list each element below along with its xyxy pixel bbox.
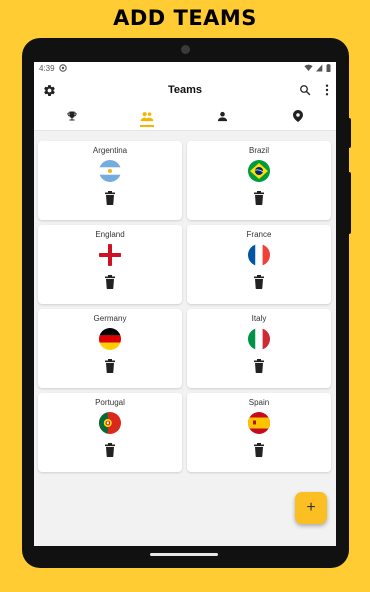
home-indicator: [150, 553, 218, 556]
france-flag-icon: [248, 244, 270, 266]
team-card[interactable]: Portugal: [38, 393, 182, 472]
team-card[interactable]: Argentina: [38, 141, 182, 220]
team-card[interactable]: Germany: [38, 309, 182, 388]
team-name: Portugal: [95, 398, 125, 407]
battery-icon: [326, 63, 331, 74]
tab-tournaments[interactable]: [34, 105, 110, 130]
location-pin-icon: [293, 109, 304, 127]
team-name: Spain: [248, 398, 270, 407]
team-card[interactable]: England: [38, 225, 182, 304]
delete-icon[interactable]: [253, 359, 265, 373]
delete-icon[interactable]: [104, 443, 116, 457]
team-card[interactable]: Spain: [187, 393, 331, 472]
team-name: Italy: [251, 314, 267, 323]
team-name: England: [95, 230, 125, 239]
portugal-flag-icon: [99, 412, 121, 434]
delete-icon[interactable]: [104, 275, 116, 289]
tab-players[interactable]: [185, 105, 261, 130]
delete-icon[interactable]: [253, 191, 265, 205]
trophy-icon: [66, 109, 78, 127]
delete-icon[interactable]: [104, 191, 116, 205]
person-icon: [217, 109, 228, 127]
team-card[interactable]: France: [187, 225, 331, 304]
app-screen: 4:39 Teams Argentina Brazil England Fran…: [34, 62, 336, 546]
signal-icon: [316, 64, 323, 74]
more-vert-icon[interactable]: [318, 81, 336, 99]
status-bar: 4:39: [34, 62, 336, 75]
team-name: Argentina: [92, 146, 128, 155]
tab-venues[interactable]: [261, 105, 337, 130]
group-icon: [140, 109, 154, 127]
teams-grid: Argentina Brazil England France Germany …: [38, 141, 332, 472]
page-title: Teams: [167, 84, 203, 96]
england-flag-icon: [99, 244, 121, 266]
team-card[interactable]: Brazil: [187, 141, 331, 220]
team-card[interactable]: Italy: [187, 309, 331, 388]
wifi-icon: [304, 64, 313, 74]
delete-icon[interactable]: [104, 359, 116, 373]
spain-flag-icon: [248, 412, 270, 434]
app-bar: Teams: [34, 75, 336, 105]
add-team-button[interactable]: +: [295, 492, 327, 524]
tab-teams[interactable]: [110, 105, 186, 130]
team-name: Germany: [93, 314, 127, 323]
delete-icon[interactable]: [253, 275, 265, 289]
promo-headline: ADD TEAMS: [113, 6, 257, 30]
tab-bar: [34, 105, 336, 131]
search-icon[interactable]: [296, 81, 314, 99]
germany-flag-icon: [99, 328, 121, 350]
notification-icon: [58, 63, 67, 74]
argentina-flag-icon: [99, 160, 121, 182]
team-name: France: [246, 230, 272, 239]
team-name: Brazil: [248, 146, 269, 155]
power-button: [347, 118, 351, 148]
status-time: 4:39: [39, 64, 55, 73]
delete-icon[interactable]: [253, 443, 265, 457]
front-camera: [181, 45, 190, 54]
italy-flag-icon: [248, 328, 270, 350]
brazil-flag-icon: [248, 160, 270, 182]
volume-button: [347, 172, 351, 234]
